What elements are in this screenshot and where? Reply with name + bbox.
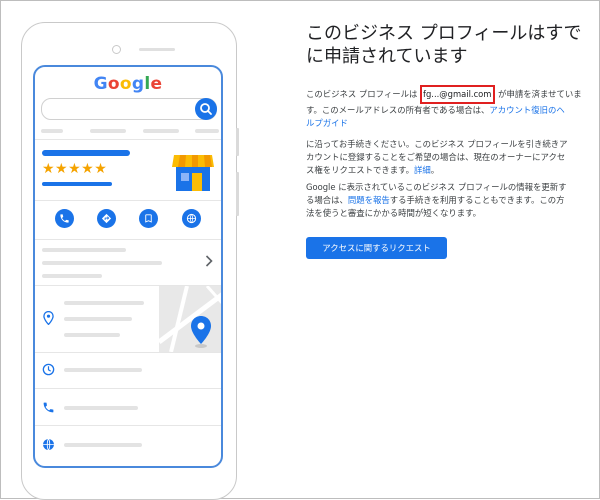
globe-icon (182, 209, 201, 228)
logo-letter: e (150, 74, 163, 94)
google-logo: Google (35, 74, 221, 94)
chevron-right-icon (205, 255, 213, 267)
owner-email-highlight: fg...@gmail.com (420, 85, 496, 104)
phone-volume-button (236, 172, 239, 216)
tab-placeholder (143, 129, 179, 133)
body-text: カウントに登録することをご希望の場合は、現在のオーナーにアクセ (306, 152, 566, 162)
body-text: Google に表示されているこのビジネス プロフィールの情報を更新す (306, 182, 567, 192)
account-recovery-help-link[interactable]: アカウント復旧のヘ (489, 105, 564, 115)
text-placeholder (64, 317, 132, 321)
phone-icon (43, 402, 54, 413)
body-text: 法を使うと審査にかかる時間が短くなります。 (306, 208, 482, 218)
divider (35, 239, 221, 240)
text-placeholder (64, 301, 144, 305)
notice-text: す。このメールアドレスの所有者である場合は、 (306, 105, 490, 115)
tab-placeholder (195, 129, 219, 133)
title-line-2: に申請されています (306, 46, 468, 67)
body-text: ス権をリクエストできます。 (306, 165, 415, 175)
location-pin-icon (43, 311, 54, 325)
logo-letter: g (131, 74, 145, 94)
request-access-paragraph: に沿ってお手続きください。このビジネス プロフィールを引き続きア カウントに登録… (306, 138, 590, 177)
divider (35, 388, 221, 389)
divider (35, 139, 221, 140)
account-recovery-help-link[interactable]: ルプガイド (306, 118, 348, 128)
report-problem-link[interactable]: 問題を報告 (348, 195, 390, 205)
notice-text: このビジネス プロフィールは (306, 89, 421, 99)
search-bar (41, 98, 217, 120)
report-problem-paragraph: Google に表示されているこのビジネス プロフィールの情報を更新す る場合は… (306, 181, 590, 220)
tab-placeholder (90, 129, 126, 133)
bookmark-icon (139, 209, 158, 228)
star-rating: ★★★★★ (42, 161, 108, 177)
body-text: 。 (430, 165, 440, 175)
text-placeholder (64, 443, 142, 447)
body-text: に沿ってお手続きください。このビジネス プロフィールを引き続きア (306, 139, 568, 149)
business-name-placeholder (42, 150, 130, 156)
storefront-icon (172, 155, 214, 191)
phone-side-button (236, 128, 239, 156)
title-line-1: このビジネス プロフィールはすで (306, 23, 582, 44)
logo-letter: o (119, 74, 132, 94)
category-placeholder (42, 182, 112, 186)
search-icon (195, 98, 217, 120)
camera-dot (112, 45, 121, 54)
map-thumbnail (159, 286, 221, 352)
logo-letter: o (107, 74, 120, 94)
clock-icon (42, 363, 55, 376)
notice-text: が申請を済ませていま (495, 89, 582, 99)
text-placeholder (42, 248, 126, 252)
body-text: する手続きを利用することもできます。この方 (389, 195, 565, 205)
text-placeholder (42, 261, 162, 265)
directions-icon (97, 209, 116, 228)
body-text: る場合は、 (306, 195, 348, 205)
request-access-button[interactable]: アクセスに関するリクエスト (306, 237, 447, 259)
page-title: このビジネス プロフィールはすで に申請されています (306, 22, 586, 68)
phone-icon (55, 209, 74, 228)
phone-screen: Google ★★★★★ (33, 65, 223, 468)
divider (35, 425, 221, 426)
learn-more-link[interactable]: 詳細 (414, 165, 431, 175)
globe-icon (43, 438, 54, 451)
text-placeholder (64, 406, 138, 410)
text-placeholder (64, 333, 120, 337)
tab-placeholder (41, 129, 63, 133)
claimed-notice-paragraph: このビジネス プロフィールは fg...@gmail.com が申請を済ませてい… (306, 85, 590, 130)
text-placeholder (42, 274, 102, 278)
logo-letter: G (93, 74, 108, 94)
divider (35, 200, 221, 201)
divider (35, 352, 221, 353)
text-placeholder (64, 368, 142, 372)
phone-speaker (139, 48, 175, 51)
